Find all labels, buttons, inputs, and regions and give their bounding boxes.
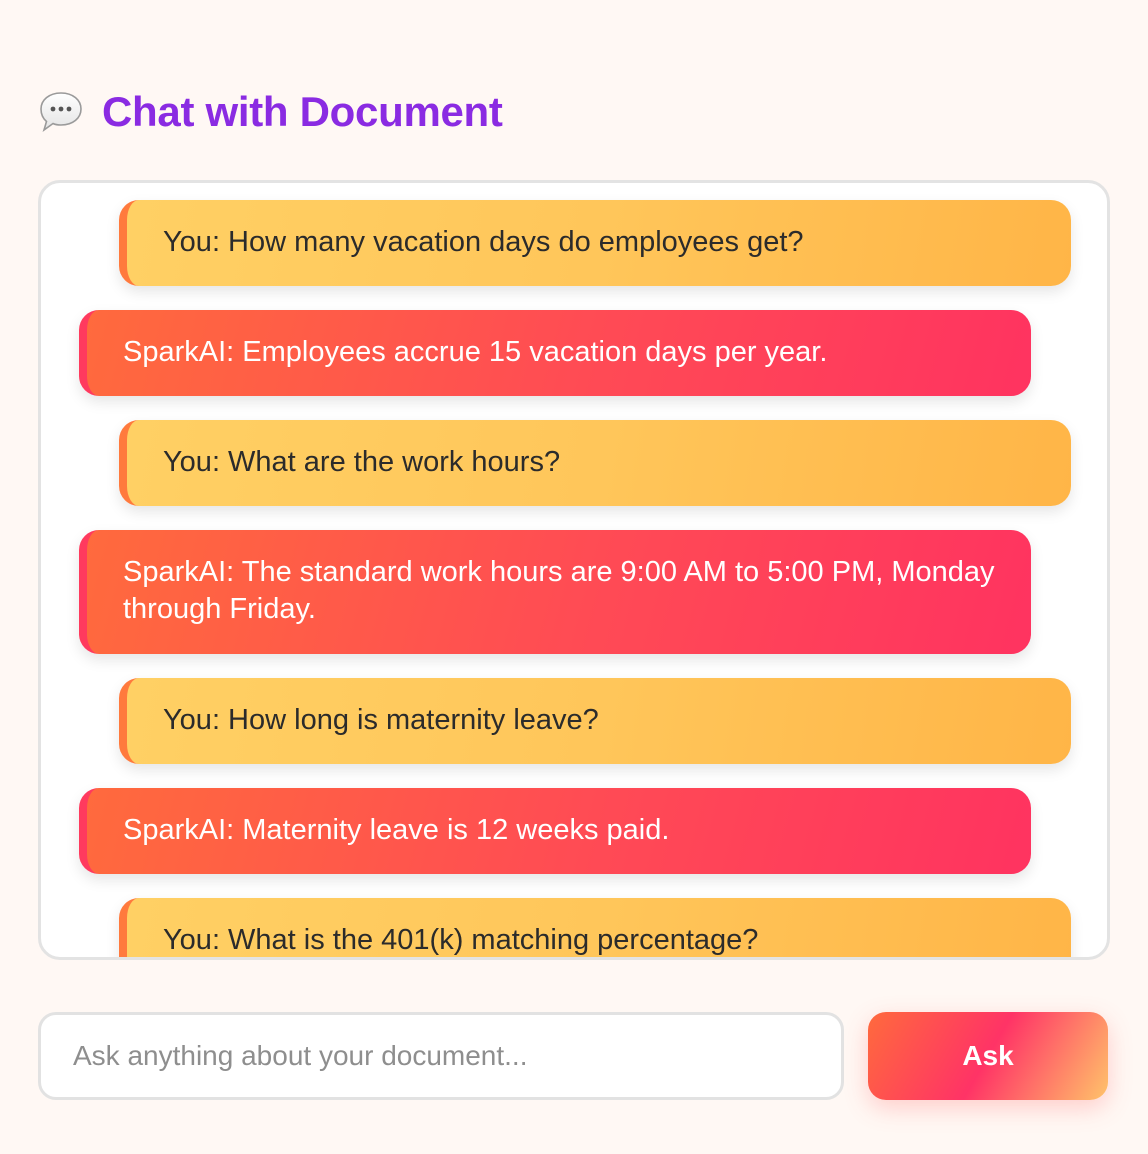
- chat-history-panel[interactable]: You: How many vacation days do employees…: [38, 180, 1110, 960]
- user-message: You: What is the 401(k) matching percent…: [119, 898, 1071, 957]
- speech-bubble-icon: [38, 89, 84, 135]
- ai-message: SparkAI: The standard work hours are 9:0…: [79, 530, 1031, 654]
- user-message: You: What are the work hours?: [119, 420, 1071, 506]
- message-list: You: How many vacation days do employees…: [41, 183, 1107, 957]
- question-input-container: [38, 1012, 844, 1100]
- user-message: You: How long is maternity leave?: [119, 678, 1071, 764]
- ai-message: SparkAI: Employees accrue 15 vacation da…: [79, 310, 1031, 396]
- page-header: Chat with Document: [38, 84, 503, 140]
- ai-message: SparkAI: Maternity leave is 12 weeks pai…: [79, 788, 1031, 874]
- page-title: Chat with Document: [102, 88, 503, 135]
- question-input[interactable]: [41, 1015, 841, 1097]
- user-message: You: How many vacation days do employees…: [119, 200, 1071, 286]
- ask-button[interactable]: Ask: [868, 1012, 1108, 1100]
